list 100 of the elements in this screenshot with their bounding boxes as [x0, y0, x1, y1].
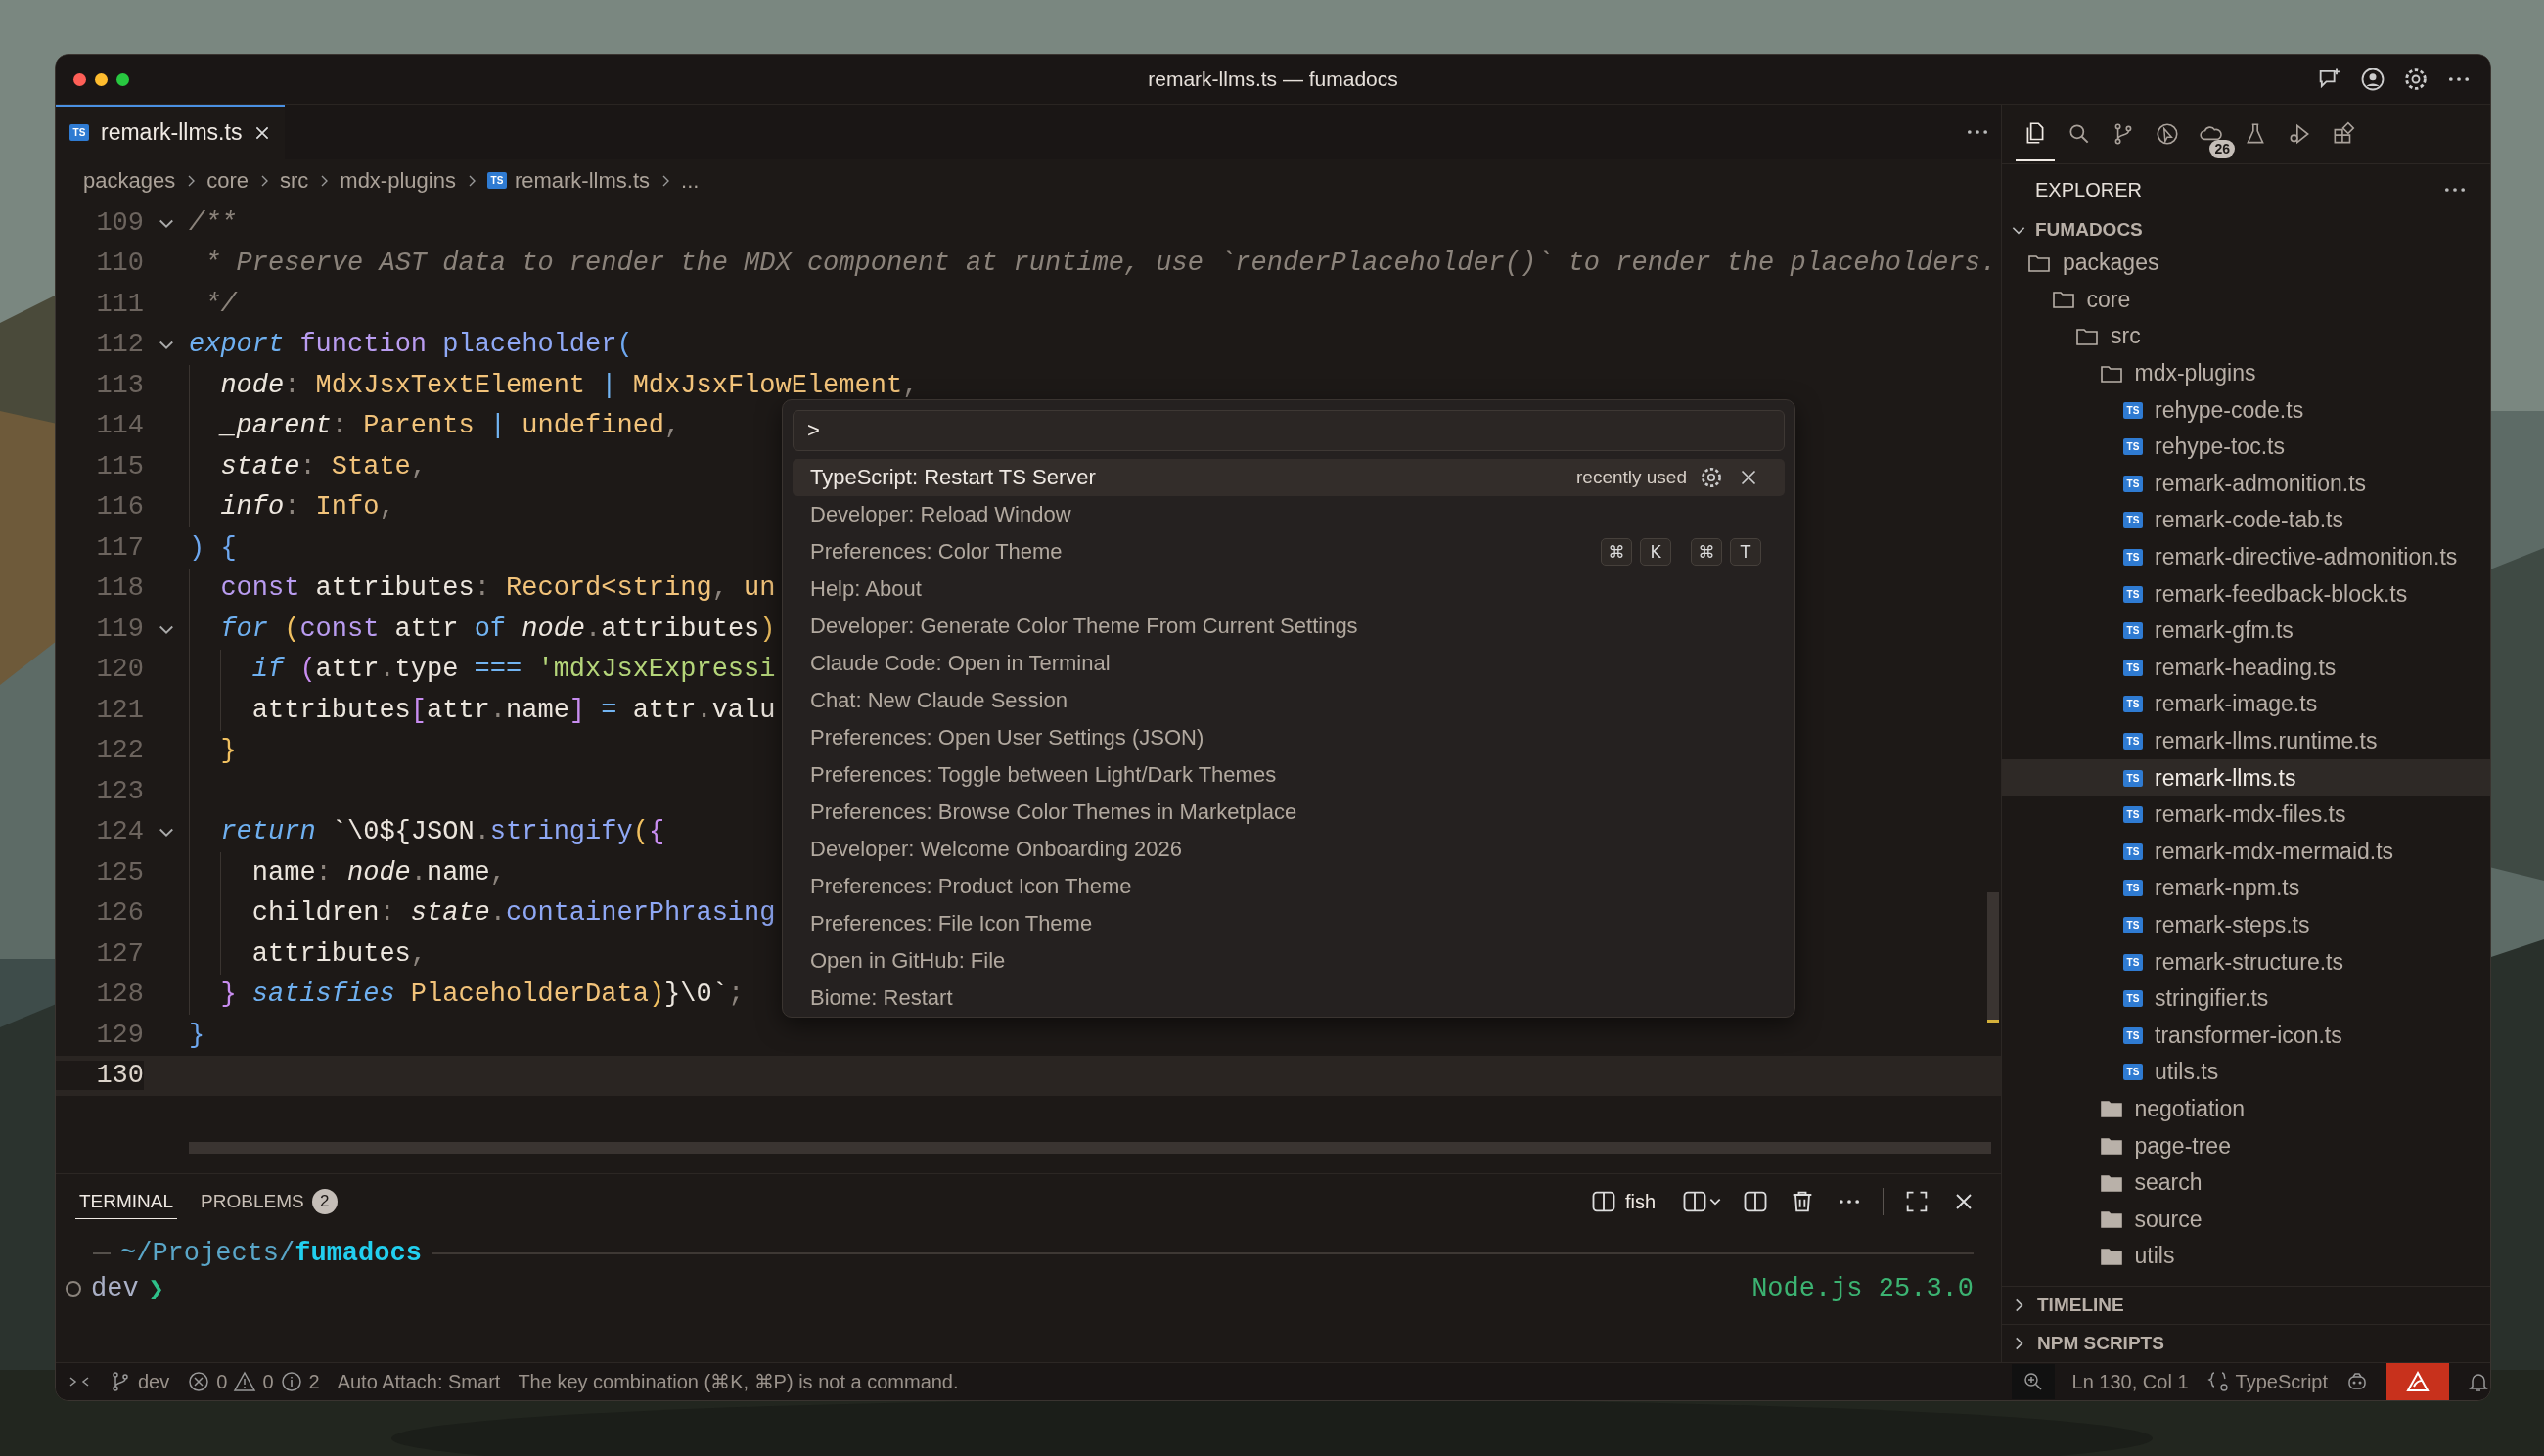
tree-item[interactable]: TS remark-mdx-mermaid.ts: [2002, 833, 2490, 871]
key-cap: K: [1640, 538, 1671, 566]
typescript-file-icon: TS: [2123, 475, 2143, 492]
tree-item[interactable]: TS remark-llms.ts: [2002, 759, 2490, 796]
panel-tab[interactable]: TERMINAL: [75, 1184, 178, 1219]
command-input[interactable]: >: [793, 410, 1785, 451]
typescript-file-icon: TS: [2123, 1064, 2143, 1081]
tree-item[interactable]: TS remark-steps.ts: [2002, 906, 2490, 944]
panel-tab[interactable]: PROBLEMS 2: [197, 1183, 341, 1220]
typescript-file-icon: TS: [2123, 953, 2143, 971]
command-item[interactable]: TypeScript: Restart TS Server recently used: [793, 459, 1785, 496]
tree-item[interactable]: negotiation: [2002, 1090, 2490, 1128]
branch-status[interactable]: dev: [109, 1370, 170, 1393]
tree-item[interactable]: core: [2002, 281, 2490, 319]
terminal-shell-button[interactable]: fish: [1583, 1187, 1661, 1216]
command-item[interactable]: Biome: Restart: [793, 979, 1785, 1007]
tree-item[interactable]: packages: [2002, 245, 2490, 282]
command-item[interactable]: Developer: Reload Window: [793, 496, 1785, 533]
language-mode[interactable]: TypeScript: [2205, 1370, 2328, 1393]
breadcrumb-item[interactable]: ...: [681, 167, 700, 194]
tree-item[interactable]: TS stringifier.ts: [2002, 979, 2490, 1018]
tree-item[interactable]: mdx-plugins: [2002, 354, 2490, 392]
typescript-file-icon: TS: [69, 124, 89, 141]
tree-item[interactable]: TS remark-admonition.ts: [2002, 465, 2490, 503]
code-line: for (const attr of node.attributes): [220, 613, 776, 646]
tree-item[interactable]: TS remark-npm.ts: [2002, 870, 2490, 907]
scrollbar[interactable]: [1987, 892, 1999, 1023]
line-number: 116: [95, 492, 144, 523]
tree-item[interactable]: TS remark-structure.ts: [2002, 943, 2490, 980]
settings-icon[interactable]: [1699, 465, 1724, 490]
minimize-light[interactable]: [95, 72, 108, 86]
line-number: 129: [95, 1020, 144, 1050]
breadcrumb-item[interactable]: core: [206, 167, 249, 194]
command-item[interactable]: Preferences: Browse Color Themes in Marketplace: [793, 794, 1785, 831]
tree-item[interactable]: search: [2002, 1163, 2490, 1202]
breadcrumb-item[interactable]: src: [280, 167, 309, 194]
code-line: */: [204, 288, 237, 321]
account-icon[interactable]: [2359, 66, 2386, 93]
typescript-file-icon: TS: [2123, 585, 2143, 603]
line-number: 125: [95, 857, 144, 887]
command-item[interactable]: Preferences: File Icon Theme: [793, 905, 1785, 942]
code-line: state: State,: [220, 450, 428, 483]
typescript-file-icon: TS: [2123, 990, 2143, 1008]
zoom-light[interactable]: [116, 72, 129, 86]
tree-item[interactable]: TS remark-llms.runtime.ts: [2002, 722, 2490, 760]
command-item[interactable]: Preferences: Color Theme ⌘ K ⌘ T: [793, 533, 1785, 570]
code-line: children: state.containerPhrasing: [251, 897, 776, 931]
auto-attach-status[interactable]: Auto Attach: Smart: [337, 1370, 501, 1393]
scrollbar[interactable]: [189, 1142, 1991, 1154]
line-number: 130: [56, 1061, 144, 1091]
code-line: ) {: [189, 531, 237, 565]
code-line: return `\0${JSON.stringify({: [220, 816, 665, 849]
tree-item[interactable]: source: [2002, 1201, 2490, 1239]
tree-item[interactable]: TS remark-gfm.ts: [2002, 612, 2490, 650]
code-line: }: [220, 735, 237, 768]
tree-item[interactable]: TS remark-image.ts: [2002, 686, 2490, 723]
tree-item[interactable]: TS remark-feedback-block.ts: [2002, 575, 2490, 613]
settings-icon[interactable]: [2402, 66, 2430, 93]
zoom-in-icon[interactable]: [2011, 1364, 2055, 1399]
count-badge: 26: [2209, 140, 2235, 158]
command-item[interactable]: Preferences: Toggle between Light/Dark Themes: [793, 756, 1785, 794]
command-item[interactable]: Open in GitHub: File: [793, 942, 1785, 979]
tree-item[interactable]: TS remark-code-tab.ts: [2002, 502, 2490, 539]
alert-status-item[interactable]: [2386, 1363, 2449, 1400]
command-item[interactable]: Preferences: Product Icon Theme: [793, 868, 1785, 905]
breadcrumb-item[interactable]: mdx-plugins: [340, 167, 456, 194]
terminal-path: ~/Projects/fumadocs: [120, 1239, 422, 1268]
close-light[interactable]: [73, 72, 86, 86]
tree-item[interactable]: TS transformer-icon.ts: [2002, 1017, 2490, 1055]
tree-item[interactable]: TS rehype-toc.ts: [2002, 428, 2490, 466]
breadcrumb-item[interactable]: packages: [83, 167, 176, 194]
command-item[interactable]: Help: About: [793, 570, 1785, 608]
window-title: remark-llms.ts — fumadocs: [1148, 68, 1398, 91]
info-icon: [279, 1370, 303, 1393]
tree-item[interactable]: utils: [2002, 1238, 2490, 1275]
tree-item[interactable]: TS rehype-code.ts: [2002, 391, 2490, 429]
code-line: * Preserve AST data to render the MDX component at runtime, use `renderPlaceholder()` to render the placeholders.: [204, 248, 1997, 281]
tree-item[interactable]: TS remark-mdx-files.ts: [2002, 796, 2490, 834]
command-item[interactable]: Developer: Welcome Onboarding 2026: [793, 831, 1785, 868]
command-item[interactable]: Claude Code: Open in Terminal: [793, 645, 1785, 682]
code-line: attributes,: [251, 937, 427, 971]
typescript-file-icon: TS: [2123, 842, 2143, 860]
status-message: The key combination (⌘K, ⌘P) is not a command.: [518, 1370, 959, 1393]
problems-status[interactable]: 0 0 2: [187, 1370, 320, 1393]
breadcrumb-item[interactable]: remark-llms.ts: [514, 167, 651, 194]
section-header[interactable]: TIMELINE: [2002, 1286, 2490, 1324]
tree-item[interactable]: TS utils.ts: [2002, 1054, 2490, 1091]
project-name[interactable]: FUMADOCS: [2035, 219, 2143, 241]
tree-item[interactable]: page-tree: [2002, 1127, 2490, 1164]
line-number: 110: [95, 249, 144, 279]
command-item[interactable]: Preferences: Open User Settings (JSON): [793, 719, 1785, 756]
tree-item[interactable]: TS remark-heading.ts: [2002, 649, 2490, 687]
warning-icon: [233, 1370, 257, 1393]
command-item[interactable]: Chat: New Claude Session: [793, 682, 1785, 719]
line-number: 121: [95, 695, 144, 725]
typescript-file-icon: TS: [486, 172, 507, 189]
tree-item[interactable]: TS remark-directive-admonition.ts: [2002, 538, 2490, 576]
command-item[interactable]: Developer: Generate Color Theme From Current Settings: [793, 608, 1785, 645]
tree-item[interactable]: src: [2002, 318, 2490, 355]
cursor-position[interactable]: Ln 130, Col 1: [2071, 1370, 2189, 1393]
